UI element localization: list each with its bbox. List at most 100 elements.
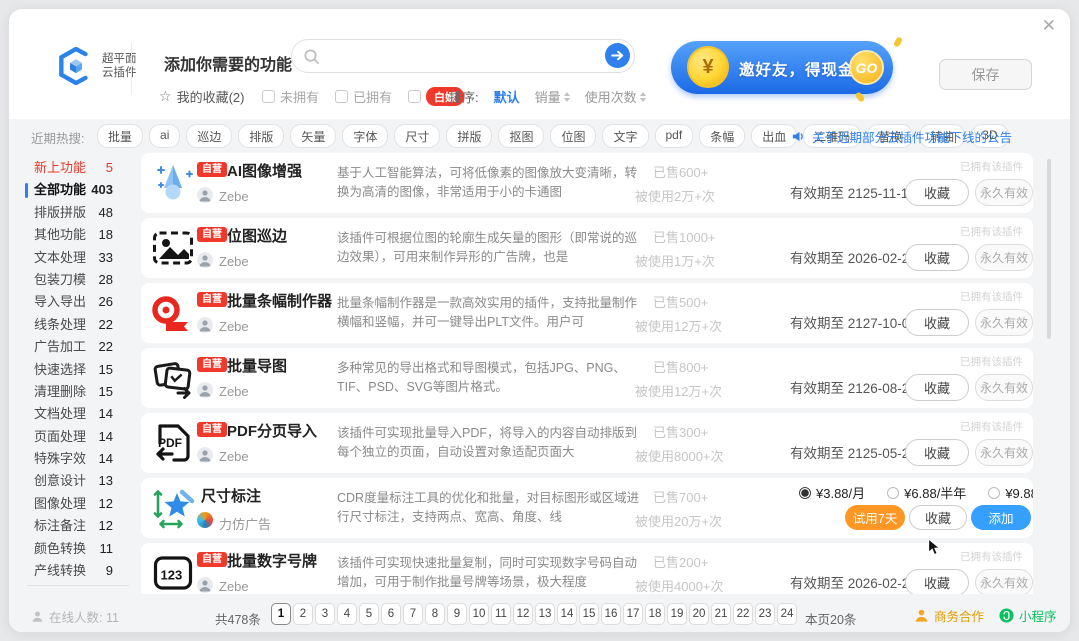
plugin-card[interactable]: 自营 位图巡边 Zebe 该插件可根据位图的轮廓生成矢量的图形（即常说的巡边效果… <box>141 218 1033 278</box>
sidebar-category[interactable]: 产线转换 9 <box>9 560 141 582</box>
permanent-valid-button[interactable]: 永久有效 <box>975 309 1033 336</box>
price-option[interactable]: ¥9.88/年 <box>988 483 1033 502</box>
permanent-valid-button[interactable]: 永久有效 <box>975 569 1033 594</box>
checkbox-icon[interactable] <box>408 90 422 103</box>
hot-search-tag[interactable]: 排版 <box>238 124 285 148</box>
permanent-valid-button[interactable]: 永久有效 <box>975 439 1033 466</box>
page-button[interactable]: 9 <box>447 603 467 625</box>
favorite-button[interactable]: 收藏 <box>905 244 969 271</box>
sort-arrows-icon[interactable] <box>563 91 570 102</box>
checkbox-icon[interactable] <box>262 90 275 103</box>
filter-checkbox[interactable]: 未拥有 <box>262 87 319 106</box>
hot-search-tag[interactable]: ai <box>149 124 181 148</box>
page-button[interactable]: 5 <box>359 603 379 625</box>
page-button[interactable]: 6 <box>381 603 401 625</box>
go-button[interactable]: GO <box>849 50 884 85</box>
page-button[interactable]: 24 <box>777 603 797 625</box>
page-button[interactable]: 4 <box>337 603 357 625</box>
hot-search-tag[interactable]: 条幅 <box>699 124 746 148</box>
hot-search-tag[interactable]: 批量 <box>97 124 144 148</box>
business-coop-link[interactable]: 商务合作 <box>914 606 984 625</box>
favorite-button[interactable]: 收藏 <box>905 179 969 206</box>
miniapp-link[interactable]: 小程序 <box>999 606 1057 625</box>
page-button[interactable]: 21 <box>711 603 731 625</box>
hot-search-tag[interactable]: 抠图 <box>498 124 545 148</box>
hot-search-tag[interactable]: 矢量 <box>290 124 337 148</box>
favorite-button[interactable]: 收藏 <box>905 439 969 466</box>
radio-icon[interactable] <box>988 486 1001 499</box>
sidebar-category[interactable]: 图像处理 12 <box>9 493 141 515</box>
page-button[interactable]: 14 <box>557 603 577 625</box>
sidebar-category[interactable]: 快速选择 15 <box>9 359 141 381</box>
sort-arrows-icon[interactable] <box>639 91 646 102</box>
sort-option[interactable]: 销量 <box>535 87 570 106</box>
sidebar-category[interactable]: 页面处理 14 <box>9 426 141 448</box>
sidebar-category[interactable]: 文档处理 14 <box>9 403 141 425</box>
page-button[interactable]: 1 <box>271 603 291 625</box>
sidebar-category[interactable]: 广告加工 22 <box>9 336 141 358</box>
trial-button[interactable]: 试用7天 <box>845 505 905 530</box>
hot-search-tag[interactable]: pdf <box>654 124 694 148</box>
page-button[interactable]: 17 <box>623 603 643 625</box>
favorite-button[interactable]: 收藏 <box>905 374 969 401</box>
add-button[interactable]: 添加 <box>971 505 1031 530</box>
permanent-valid-button[interactable]: 永久有效 <box>975 244 1033 271</box>
plugin-card[interactable]: 自营 批量条幅制作器 Zebe 批量条幅制作器是一款高效实用的插件，支持批量制作… <box>141 283 1033 343</box>
plugin-card[interactable]: 123 自营 批量数字号牌 Zebe 该插件可实现快速批量复制，同时可实现数字号… <box>141 543 1033 594</box>
sidebar-category[interactable]: 创意设计 13 <box>9 470 141 492</box>
announcement-link[interactable]: 关于近期部分云插件功能下线的公告 <box>791 127 1012 146</box>
checkbox-icon[interactable] <box>335 90 349 103</box>
favorite-button[interactable]: 收藏 <box>905 309 969 336</box>
page-button[interactable]: 3 <box>315 603 335 625</box>
scrollbar-thumb[interactable] <box>1047 159 1051 339</box>
sidebar-category[interactable]: 导入导出 26 <box>9 291 141 313</box>
save-button[interactable]: 保存 <box>939 59 1032 90</box>
page-button[interactable]: 16 <box>601 603 621 625</box>
permanent-valid-button[interactable]: 永久有效 <box>975 374 1033 401</box>
sidebar-category[interactable]: 排版拼版 48 <box>9 202 141 224</box>
sidebar-category[interactable]: 包装刀模 28 <box>9 269 141 291</box>
page-button[interactable]: 20 <box>689 603 709 625</box>
page-button[interactable]: 12 <box>513 603 533 625</box>
sidebar-category[interactable]: 全部功能 403 <box>9 179 141 201</box>
favorite-button[interactable]: 收藏 <box>909 505 967 530</box>
radio-icon[interactable] <box>799 486 811 499</box>
favorite-button[interactable]: 收藏 <box>905 569 969 594</box>
page-button[interactable]: 18 <box>645 603 665 625</box>
sidebar-category[interactable]: 线条处理 22 <box>9 314 141 336</box>
page-button[interactable]: 2 <box>293 603 313 625</box>
page-button[interactable]: 19 <box>667 603 687 625</box>
search-submit-button[interactable] <box>605 43 630 68</box>
filter-checkbox[interactable]: 已拥有 <box>335 87 392 106</box>
plugin-card[interactable]: 自营 批量导图 Zebe 多种常见的导出格式和导图模式，包括JPG、PNG、TI… <box>141 348 1033 408</box>
price-option[interactable]: ¥3.88/月 <box>799 483 865 502</box>
hot-search-tag[interactable]: 巡边 <box>186 124 233 148</box>
hot-search-tag[interactable]: 尺寸 <box>394 124 441 148</box>
page-button[interactable]: 23 <box>755 603 775 625</box>
page-button[interactable]: 15 <box>579 603 599 625</box>
plugin-card[interactable]: PDF 自营 PDF分页导入 Zebe 该插件可实现批量导入PDF，将导入的内容… <box>141 413 1033 473</box>
invite-banner[interactable]: ¥ 邀好友，得现金 GO <box>671 36 904 103</box>
page-button[interactable]: 13 <box>535 603 555 625</box>
price-option[interactable]: ¥6.88/半年 <box>887 483 966 502</box>
sort-option[interactable]: 默认 <box>494 87 520 106</box>
page-button[interactable]: 10 <box>469 603 489 625</box>
sidebar-category[interactable]: 新上功能 5 <box>9 157 141 179</box>
page-button[interactable]: 11 <box>491 603 511 625</box>
close-icon[interactable]: ✕ <box>1042 17 1056 34</box>
plugin-card[interactable]: 自营 AI图像增强 Zebe 基于人工智能算法，可将低像素的图像放大变清晰，转换… <box>141 153 1033 213</box>
search-input[interactable] <box>326 42 588 69</box>
sort-option[interactable]: 使用次数 <box>585 87 646 106</box>
sidebar-category[interactable]: 文本处理 33 <box>9 247 141 269</box>
permanent-valid-button[interactable]: 永久有效 <box>975 179 1033 206</box>
sidebar-category[interactable]: 标注备注 12 <box>9 515 141 537</box>
page-button[interactable]: 22 <box>733 603 753 625</box>
page-button[interactable]: 7 <box>403 603 423 625</box>
sidebar-category[interactable]: 清理删除 15 <box>9 381 141 403</box>
sidebar-category[interactable]: 特殊字效 14 <box>9 448 141 470</box>
sidebar-category[interactable]: 颜色转换 11 <box>9 538 141 560</box>
hot-search-tag[interactable]: 拼版 <box>446 124 493 148</box>
hot-search-tag[interactable]: 文字 <box>602 124 649 148</box>
my-favorites-link[interactable]: ☆ 我的收藏(2) <box>159 87 244 106</box>
radio-icon[interactable] <box>887 486 900 499</box>
